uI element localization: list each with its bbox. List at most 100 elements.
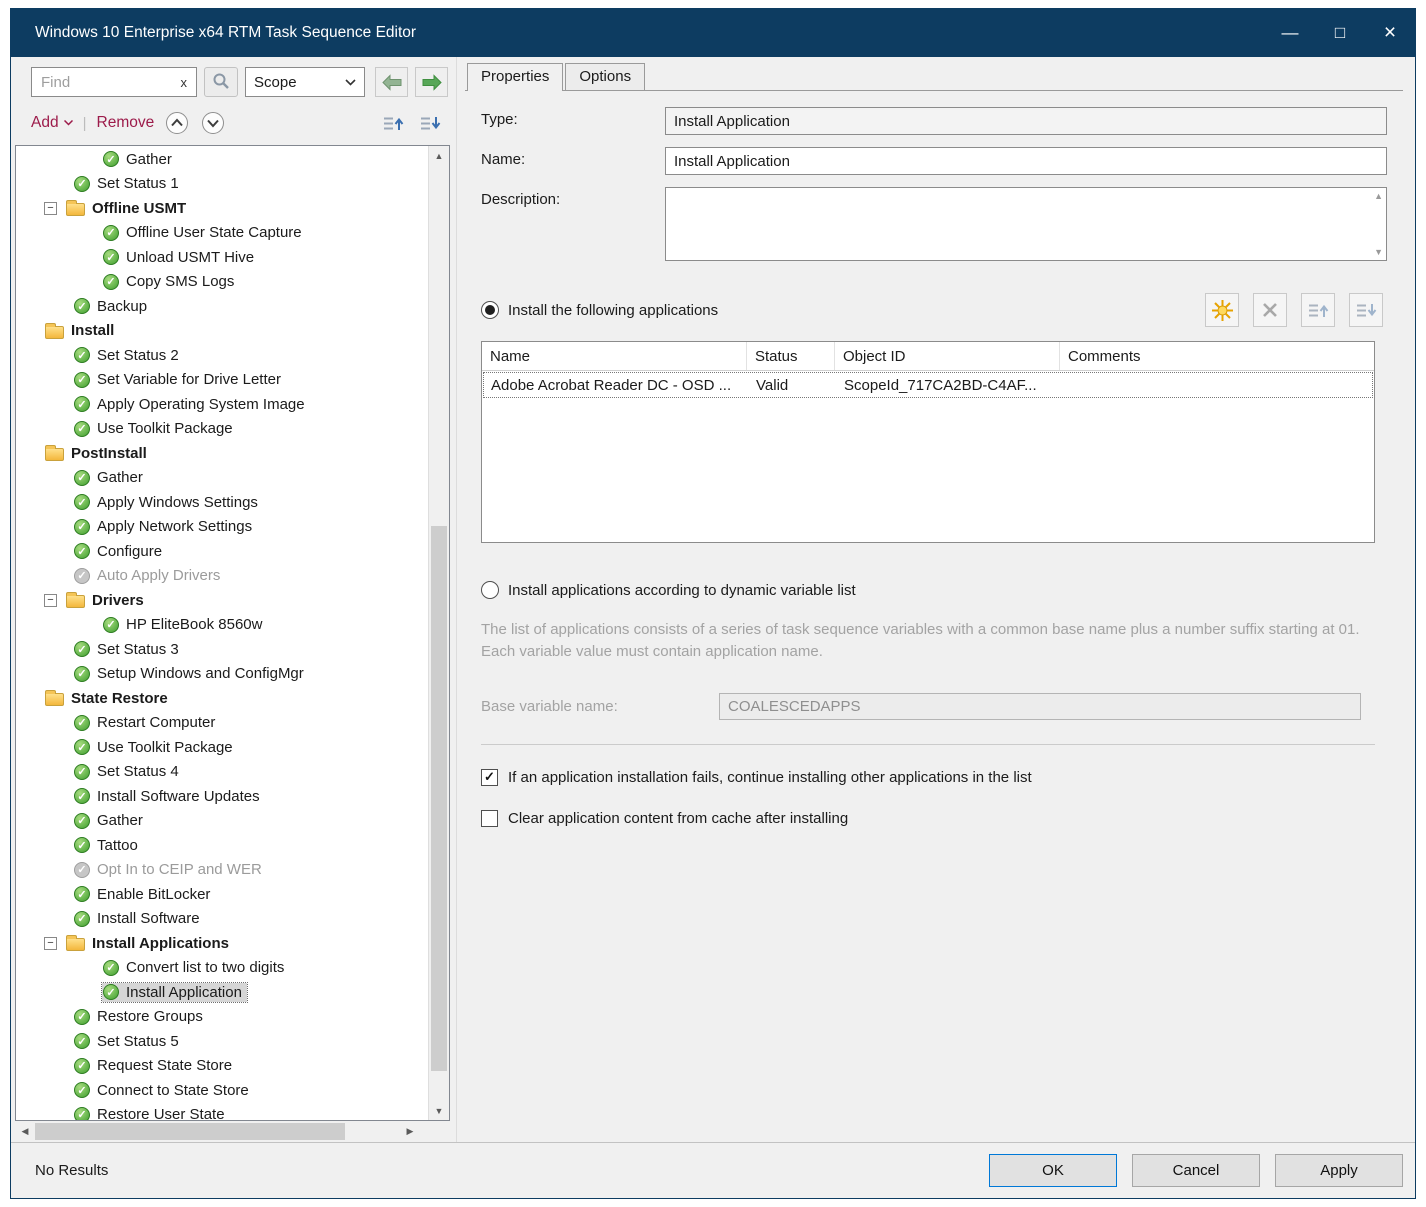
tree-item-label: Set Variable for Drive Letter xyxy=(97,371,281,388)
scope-dropdown[interactable]: Scope xyxy=(245,67,365,97)
horizontal-scrollbar-thumb[interactable] xyxy=(35,1123,345,1140)
add-button[interactable]: Add xyxy=(31,114,73,132)
remove-button[interactable]: Remove xyxy=(97,114,155,132)
description-field[interactable]: ▲ ▼ xyxy=(665,187,1387,261)
column-header[interactable]: Comments xyxy=(1060,342,1374,370)
tree-item[interactable]: Convert list to two digits xyxy=(16,956,428,981)
move-application-down-button[interactable] xyxy=(1349,293,1383,327)
tree-item-label: Enable BitLocker xyxy=(97,886,210,903)
options-checkboxes: ✓If an application installation fails, c… xyxy=(481,745,1387,827)
tree-item[interactable]: Enable BitLocker xyxy=(16,882,428,907)
horizontal-scrollbar[interactable]: ◀ ▶ xyxy=(15,1121,450,1142)
close-button[interactable]: × xyxy=(1365,9,1415,57)
scroll-left-arrow[interactable]: ◀ xyxy=(15,1121,35,1142)
tree-item[interactable]: Install Software xyxy=(16,907,428,932)
tree-item[interactable]: Opt In to CEIP and WER xyxy=(16,858,428,883)
tab-options[interactable]: Options xyxy=(565,63,645,90)
tree-item[interactable]: Set Status 4 xyxy=(16,760,428,785)
name-field[interactable]: Install Application xyxy=(665,147,1387,175)
find-previous-button[interactable] xyxy=(375,67,408,97)
tree-item[interactable]: Install Software Updates xyxy=(16,784,428,809)
tree-item[interactable]: Apply Network Settings xyxy=(16,515,428,540)
step-status-icon xyxy=(103,984,119,1000)
minimize-button[interactable]: — xyxy=(1265,9,1315,57)
step-status-icon xyxy=(74,813,90,829)
application-row[interactable]: Adobe Acrobat Reader DC - OSD ...ValidSc… xyxy=(483,372,1373,398)
tree-item[interactable]: Unload USMT Hive xyxy=(16,245,428,270)
move-up-button[interactable] xyxy=(379,110,407,136)
tree-item[interactable]: Gather xyxy=(16,147,428,172)
column-header[interactable]: Status xyxy=(747,342,835,370)
tree-item[interactable]: Use Toolkit Package xyxy=(16,735,428,760)
tree-item[interactable]: Auto Apply Drivers xyxy=(16,564,428,589)
tree-item[interactable]: Install Application xyxy=(16,980,428,1005)
search-button[interactable] xyxy=(204,67,238,97)
checkbox[interactable] xyxy=(481,810,498,827)
tree-item[interactable]: State Restore xyxy=(16,686,428,711)
scroll-down-arrow[interactable]: ▼ xyxy=(1374,247,1383,257)
maximize-button[interactable]: □ xyxy=(1315,9,1365,57)
column-header[interactable]: Object ID xyxy=(835,342,1060,370)
tree-item[interactable]: Apply Windows Settings xyxy=(16,490,428,515)
tree-item-label: Restore User State xyxy=(97,1106,225,1120)
tree-item[interactable]: Install xyxy=(16,319,428,344)
dynamic-variable-list-radio[interactable] xyxy=(481,581,499,599)
tree-item[interactable]: Use Toolkit Package xyxy=(16,417,428,442)
titlebar: Windows 10 Enterprise x64 RTM Task Seque… xyxy=(11,9,1415,57)
install-following-applications-radio[interactable] xyxy=(481,301,499,319)
cancel-button[interactable]: Cancel xyxy=(1132,1154,1260,1187)
ok-button[interactable]: OK xyxy=(989,1154,1117,1187)
tree-item[interactable]: HP EliteBook 8560w xyxy=(16,613,428,638)
tree-item[interactable]: Gather xyxy=(16,466,428,491)
tree-item[interactable]: PostInstall xyxy=(16,441,428,466)
scroll-up-arrow[interactable]: ▲ xyxy=(429,146,449,165)
tree-item[interactable]: Tattoo xyxy=(16,833,428,858)
tree-item[interactable]: Set Status 5 xyxy=(16,1029,428,1054)
applications-table-header: NameStatusObject IDComments xyxy=(482,342,1374,371)
move-down-button[interactable] xyxy=(416,110,444,136)
arrow-left-icon xyxy=(381,74,403,91)
tree-item[interactable]: Apply Operating System Image xyxy=(16,392,428,417)
tree-item[interactable]: Backup xyxy=(16,294,428,319)
tree-item[interactable]: Restart Computer xyxy=(16,711,428,736)
tree-item[interactable]: −Install Applications xyxy=(16,931,428,956)
find-clear-button[interactable]: x xyxy=(181,75,188,90)
type-label: Type: xyxy=(481,107,665,128)
tree-item[interactable]: Configure xyxy=(16,539,428,564)
vertical-scrollbar[interactable]: ▲ ▼ xyxy=(428,146,449,1120)
scroll-down-arrow[interactable]: ▼ xyxy=(429,1101,449,1120)
delete-application-button[interactable] xyxy=(1253,293,1287,327)
tree-item[interactable]: Setup Windows and ConfigMgr xyxy=(16,662,428,687)
find-input[interactable]: Find x xyxy=(31,67,197,97)
toolbar-separator: | xyxy=(83,115,87,132)
new-application-button[interactable] xyxy=(1205,293,1239,327)
tree-item[interactable]: Set Status 2 xyxy=(16,343,428,368)
tree-expander-icon[interactable]: − xyxy=(44,202,57,215)
tree-item[interactable]: Set Status 1 xyxy=(16,172,428,197)
find-next-button[interactable] xyxy=(415,67,448,97)
tree-item[interactable]: Offline User State Capture xyxy=(16,221,428,246)
tree-item[interactable]: Request State Store xyxy=(16,1054,428,1079)
column-header[interactable]: Name xyxy=(482,342,747,370)
checkbox[interactable]: ✓ xyxy=(481,769,498,786)
scroll-up-arrow[interactable]: ▲ xyxy=(1374,191,1383,201)
move-application-up-button[interactable] xyxy=(1301,293,1335,327)
tree-item[interactable]: Restore User State xyxy=(16,1103,428,1121)
tree-item[interactable]: Set Variable for Drive Letter xyxy=(16,368,428,393)
tree-item[interactable]: Set Status 3 xyxy=(16,637,428,662)
expand-all-button[interactable] xyxy=(200,110,226,136)
tree-item[interactable]: Connect to State Store xyxy=(16,1078,428,1103)
tree-item[interactable]: Restore Groups xyxy=(16,1005,428,1030)
chevron-down-circle-icon xyxy=(201,111,225,135)
apply-button[interactable]: Apply xyxy=(1275,1154,1403,1187)
tree-expander-icon[interactable]: − xyxy=(44,594,57,607)
scroll-right-arrow[interactable]: ▶ xyxy=(400,1121,420,1142)
tab-properties[interactable]: Properties xyxy=(467,63,563,91)
tree-item[interactable]: −Offline USMT xyxy=(16,196,428,221)
tree-item[interactable]: Copy SMS Logs xyxy=(16,270,428,295)
vertical-scrollbar-thumb[interactable] xyxy=(431,526,447,1071)
tree-item[interactable]: −Drivers xyxy=(16,588,428,613)
tree-item[interactable]: Gather xyxy=(16,809,428,834)
tree-expander-icon[interactable]: − xyxy=(44,937,57,950)
collapse-all-button[interactable] xyxy=(164,110,190,136)
